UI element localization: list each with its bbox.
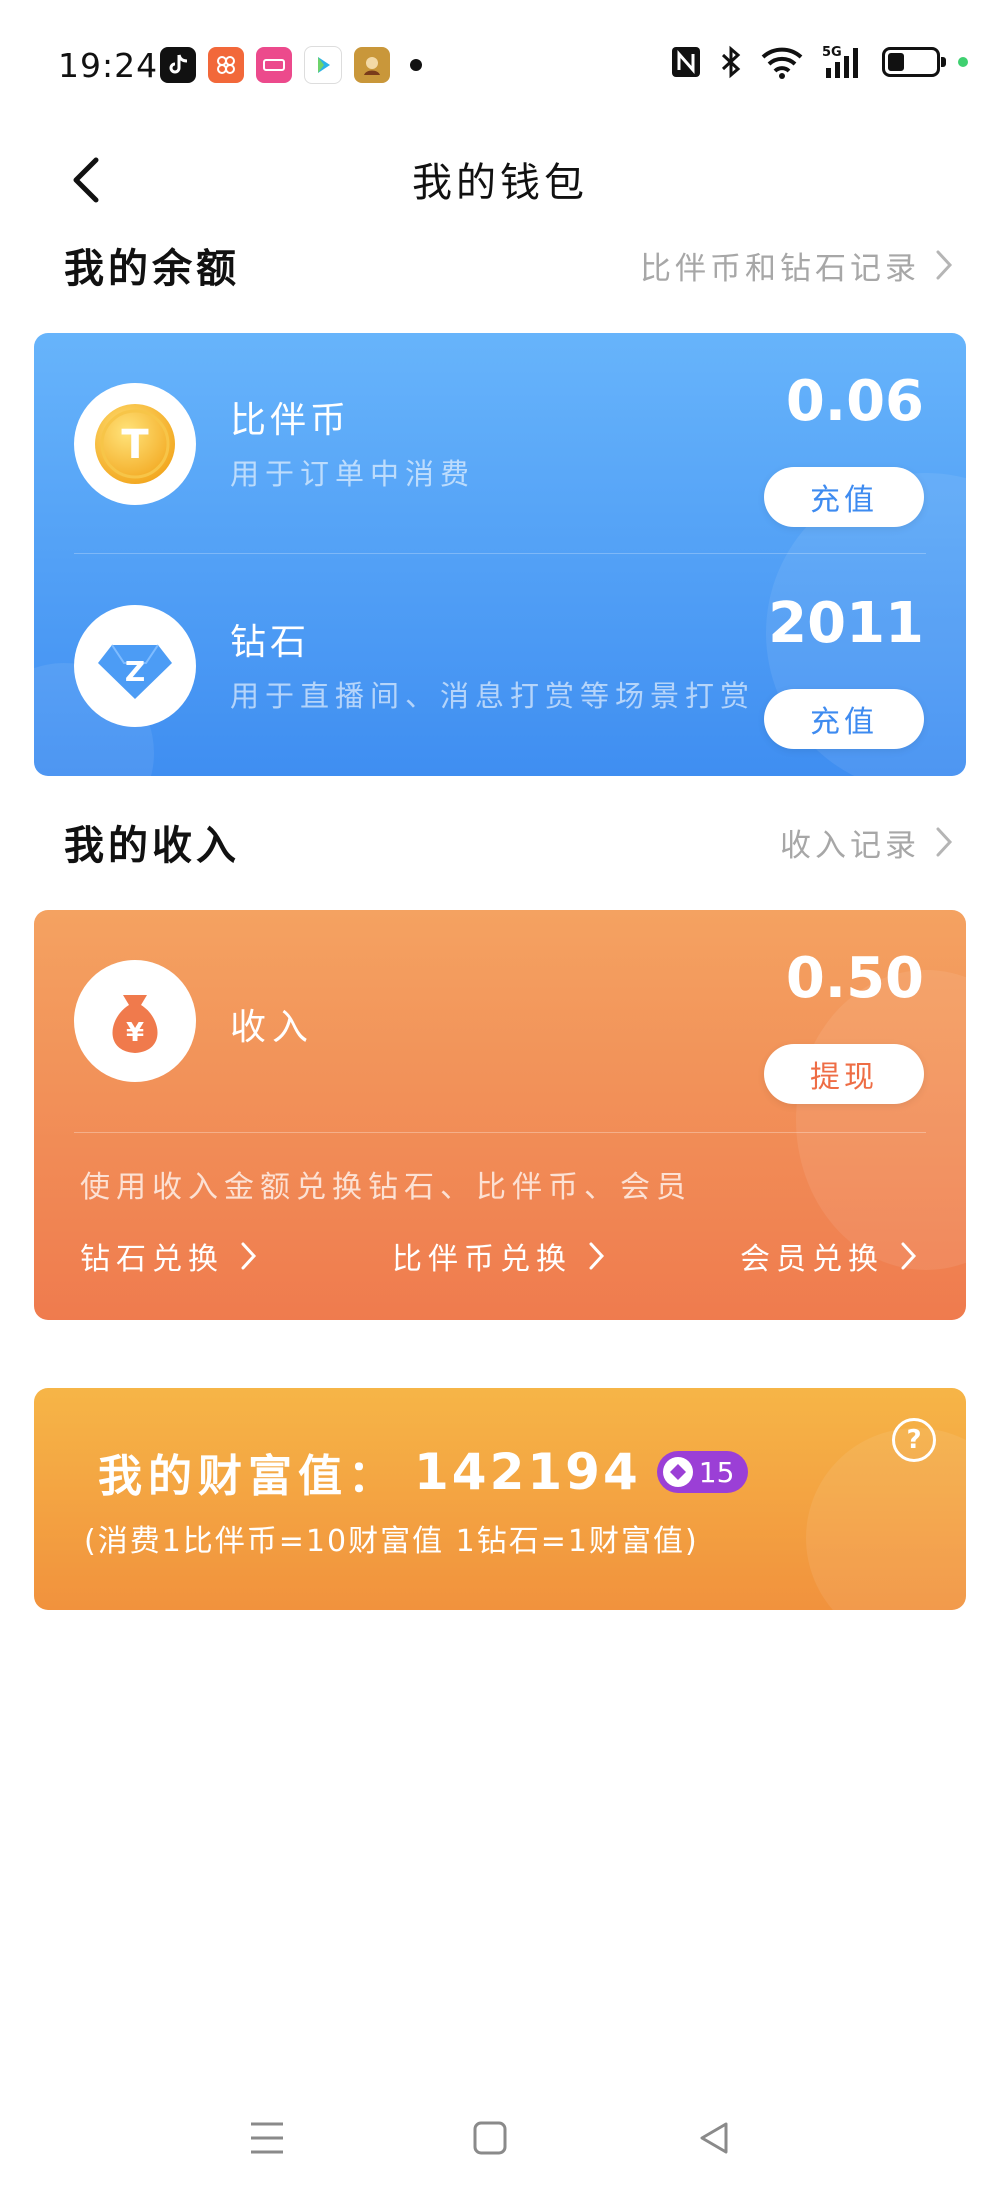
withdraw-button[interactable]: 提现 bbox=[764, 1044, 924, 1104]
wealth-rule-note: (消费1比伴币=10财富值 1钻石=1财富值) bbox=[84, 1524, 699, 1559]
back-triangle-icon bbox=[700, 2122, 728, 2154]
coin-description: 用于订单中消费 bbox=[230, 457, 476, 491]
diamond-name: 钻石 bbox=[230, 622, 311, 663]
card-decoration bbox=[796, 970, 966, 1270]
income-section-header: 我的收入 收入记录 bbox=[64, 812, 956, 872]
more-notifications-dot bbox=[410, 59, 422, 71]
chevron-right-icon bbox=[901, 1242, 917, 1270]
diamond-exchange-link[interactable]: 钻石兑换 bbox=[80, 1234, 260, 1278]
coin-icon-letter: T bbox=[121, 422, 149, 468]
coin-exchange-label: 比伴币兑换 bbox=[392, 1242, 572, 1277]
home-square-icon bbox=[473, 2121, 507, 2155]
coin-recharge-button[interactable]: 充值 bbox=[764, 467, 924, 527]
app-icon bbox=[304, 46, 342, 84]
income-card: ¥ 收入 0.50 提现 使用收入金额兑换钻石、比伴币、会员 钻石兑换 比伴币兑… bbox=[34, 910, 966, 1320]
coin-avatar: T bbox=[74, 383, 196, 505]
coin-diamond-records-label: 比伴币和钻石记录 bbox=[640, 250, 920, 287]
diamond-recharge-button[interactable]: 充值 bbox=[764, 689, 924, 749]
coin-balance-value: 0.06 bbox=[785, 369, 924, 434]
wealth-level-badge: 15 bbox=[656, 1451, 749, 1493]
charging-dot bbox=[958, 57, 968, 67]
help-icon[interactable]: ? bbox=[892, 1418, 936, 1462]
app-icon bbox=[256, 47, 292, 83]
money-bag-symbol: ¥ bbox=[126, 1018, 144, 1048]
menu-button[interactable] bbox=[237, 2108, 297, 2168]
menu-icon bbox=[251, 2122, 283, 2154]
balance-section-header: 我的余额 比伴币和钻石记录 bbox=[64, 235, 956, 295]
back-nav-button[interactable] bbox=[684, 2108, 744, 2168]
page-title: 我的钱包 bbox=[412, 160, 588, 206]
member-exchange-label: 会员兑换 bbox=[740, 1242, 884, 1277]
bluetooth-icon bbox=[720, 45, 742, 79]
diamond-avatar: Z bbox=[74, 605, 196, 727]
status-time: 19:24 bbox=[58, 46, 159, 85]
chevron-right-icon bbox=[936, 827, 953, 857]
wealth-label: 我的财富值： bbox=[98, 1451, 398, 1502]
status-bar: 19:24 5G bbox=[0, 0, 1000, 130]
system-nav-bar bbox=[0, 2080, 1000, 2190]
diamond-balance-value: 2011 bbox=[768, 591, 924, 656]
signal-5g-icon: 5G bbox=[822, 44, 864, 80]
coin-diamond-records-link[interactable]: 比伴币和钻石记录 bbox=[640, 243, 956, 288]
balance-section-title: 我的余额 bbox=[64, 246, 240, 292]
wealth-line: 我的财富值： 142194 15 bbox=[98, 1440, 749, 1504]
level-diamond-icon bbox=[662, 1457, 693, 1487]
diamond-description: 用于直播间、消息打赏等场景打赏 bbox=[230, 679, 756, 713]
diamond-balance-row: Z 钻石 用于直播间、消息打赏等场景打赏 2011 充值 bbox=[34, 555, 966, 775]
wealth-card: 我的财富值： 142194 15 (消费1比伴币=10财富值 1钻石=1财富值)… bbox=[34, 1388, 966, 1610]
diamond-icon-letter: Z bbox=[125, 655, 145, 688]
wealth-level: 15 bbox=[698, 1455, 735, 1489]
divider bbox=[74, 553, 926, 554]
page-header: 我的钱包 bbox=[0, 130, 1000, 230]
coin-balance-row: T 比伴币 用于订单中消费 0.06 充值 bbox=[34, 333, 966, 553]
income-exchange-hint: 使用收入金额兑换钻石、比伴币、会员 bbox=[80, 1170, 692, 1205]
diamond-exchange-label: 钻石兑换 bbox=[80, 1242, 224, 1277]
income-section-title: 我的收入 bbox=[64, 823, 240, 869]
network-label: 5G bbox=[822, 45, 842, 60]
income-records-link[interactable]: 收入记录 bbox=[780, 820, 956, 865]
system-icons: 5G bbox=[670, 44, 968, 80]
chevron-right-icon bbox=[936, 250, 953, 280]
balance-card: T 比伴币 用于订单中消费 0.06 充值 Z 钻石 用于直播间、消息打赏等场景… bbox=[34, 333, 966, 776]
exchange-links: 钻石兑换 比伴币兑换 会员兑换 bbox=[80, 1234, 920, 1278]
diamond-icon: Z bbox=[98, 644, 172, 699]
divider bbox=[74, 1132, 926, 1133]
wifi-icon bbox=[760, 45, 804, 79]
notification-icons bbox=[160, 46, 422, 84]
money-bag-icon: ¥ bbox=[112, 995, 158, 1053]
game-icon bbox=[354, 47, 390, 83]
income-name: 收入 bbox=[230, 1007, 315, 1048]
card-decoration bbox=[806, 1428, 966, 1610]
coin-exchange-link[interactable]: 比伴币兑换 bbox=[392, 1234, 608, 1278]
tiktok-icon bbox=[160, 47, 196, 83]
member-exchange-link[interactable]: 会员兑换 bbox=[740, 1234, 920, 1278]
income-avatar: ¥ bbox=[74, 960, 196, 1082]
wealth-value: 142194 bbox=[414, 1443, 641, 1501]
nfc-icon bbox=[670, 45, 702, 79]
income-value: 0.50 bbox=[785, 946, 924, 1011]
income-records-label: 收入记录 bbox=[780, 827, 920, 864]
coin-name: 比伴币 bbox=[230, 400, 351, 441]
gold-coin-icon: T bbox=[95, 404, 175, 484]
home-button[interactable] bbox=[460, 2108, 520, 2168]
app-icon bbox=[208, 47, 244, 83]
battery-icon bbox=[882, 47, 946, 77]
chevron-right-icon bbox=[589, 1242, 605, 1270]
chevron-right-icon bbox=[241, 1242, 257, 1270]
